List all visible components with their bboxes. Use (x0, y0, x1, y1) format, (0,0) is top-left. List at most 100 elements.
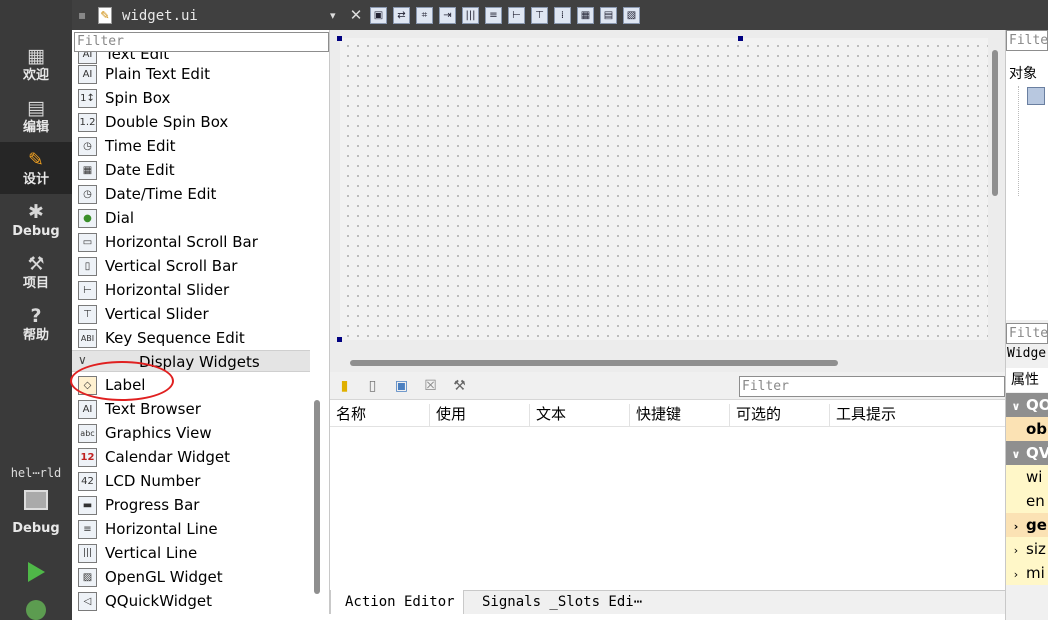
mode-help[interactable]: ? 帮助 (0, 298, 72, 350)
widget-item[interactable]: ◷ Time Edit (72, 134, 310, 158)
new-action-icon[interactable]: ▮ (336, 377, 353, 395)
mode-projects[interactable]: ⚒ 项目 (0, 246, 72, 298)
property-row[interactable]: wi (1006, 465, 1048, 489)
text-browser-icon: AI (78, 400, 97, 419)
widget-item[interactable]: ▨ OpenGL Widget (72, 565, 310, 589)
property-name: mi (1026, 564, 1045, 582)
widget-item[interactable]: ▬ Progress Bar (72, 493, 310, 517)
copy-action-icon[interactable]: ▯ (364, 377, 381, 395)
edit-widgets-icon[interactable]: ▣ (370, 7, 387, 24)
selection-handle[interactable] (738, 36, 743, 41)
status-strip (72, 614, 1005, 620)
split-vertical-icon[interactable]: ⊤ (531, 7, 548, 24)
edit-tab-order-icon[interactable]: ⇥ (439, 7, 456, 24)
chevron-right-icon: › (1013, 544, 1019, 557)
widget-item[interactable]: ABI Key Sequence Edit (72, 326, 310, 350)
property-group-row[interactable]: ∨ QO (1006, 393, 1048, 417)
widget-item[interactable]: ◷ Date/Time Edit (72, 182, 310, 206)
edit-buddies-icon[interactable]: ⌗ (416, 7, 433, 24)
widget-item[interactable]: 42 LCD Number (72, 469, 310, 493)
datetime-icon: ◷ (78, 185, 97, 204)
mode-debug[interactable]: ✱ Debug (0, 194, 72, 246)
property-row[interactable]: en (1006, 489, 1048, 513)
close-icon[interactable]: ✕ (348, 6, 364, 24)
widget-item[interactable]: abc Graphics View (72, 421, 310, 445)
widget-item[interactable]: ≡ Horizontal Line (72, 517, 310, 541)
widget-item[interactable]: ||| Vertical Line (72, 541, 310, 565)
run-icon[interactable] (28, 562, 45, 582)
tab-signals-slots-editor[interactable]: Signals _Slots Edi⋯ (468, 590, 648, 616)
mode-label: 设计 (22, 172, 49, 187)
widget-item-label: Horizontal Line (105, 520, 218, 538)
tab-action-editor[interactable]: Action Editor (330, 590, 464, 616)
widget-item[interactable]: ◁ QQuickWidget (72, 589, 310, 613)
property-row[interactable]: › siz (1006, 537, 1048, 561)
widget-item[interactable]: AI Text Browser (72, 397, 310, 421)
configure-icon[interactable]: ⚒ (451, 377, 468, 395)
delete-action-icon[interactable]: ☒ (422, 377, 439, 395)
adjust-size-icon[interactable]: ▧ (623, 7, 640, 24)
form-canvas[interactable] (340, 38, 988, 340)
document-icon: ▤ (27, 97, 45, 119)
widget-item[interactable]: ● Dial (72, 206, 310, 230)
paste-action-icon[interactable]: ▣ (393, 377, 410, 395)
editor-vertical-scrollbar[interactable] (992, 50, 998, 196)
widget-item[interactable]: ▯ Vertical Scroll Bar (72, 254, 310, 278)
widget-item[interactable]: 1.2 Double Spin Box (72, 110, 310, 134)
widget-box: Filter AI Text Edit AI Plain Text Edit 1↕ S… (72, 30, 330, 620)
widget-item-label: OpenGL Widget (105, 568, 223, 586)
selection-handle[interactable] (337, 337, 342, 342)
horizontal-line-icon: ≡ (78, 520, 97, 539)
action-filter-input[interactable]: Filter (739, 376, 1005, 397)
widget-item-label: LCD Number (105, 472, 201, 490)
monitor-icon[interactable] (24, 490, 48, 510)
quick-widget-icon: ◁ (78, 592, 97, 611)
column-header-shortcut[interactable]: 快捷键 (630, 404, 730, 426)
layout-horizontal-icon[interactable]: ||| (462, 7, 479, 24)
column-header-name[interactable]: 名称 (330, 404, 430, 426)
mode-welcome[interactable]: ▦ 欢迎 (0, 38, 72, 90)
mode-edit[interactable]: ▤ 编辑 (0, 90, 72, 142)
edit-signals-icon[interactable]: ⇄ (393, 7, 410, 24)
split-horizontal-icon[interactable]: ⊢ (508, 7, 525, 24)
column-header-checkable[interactable]: 可选的 (730, 404, 830, 426)
widget-item[interactable]: 12 Calendar Widget (72, 445, 310, 469)
selection-handle[interactable] (337, 36, 342, 41)
widget-filter-input[interactable]: Filter (74, 32, 329, 52)
widget-item[interactable]: ▦ Date Edit (72, 158, 310, 182)
chevron-down-icon[interactable]: ▾ (330, 9, 336, 22)
column-header-used[interactable]: 使用 (430, 404, 530, 426)
clock-icon: ◷ (78, 137, 97, 156)
editor-horizontal-scrollbar[interactable] (350, 360, 838, 366)
column-header-tooltip[interactable]: 工具提示 (830, 404, 1005, 426)
widget-box-scrollbar[interactable] (314, 400, 320, 594)
widget-item-label: Vertical Line (105, 544, 198, 562)
column-header-text[interactable]: 文本 (530, 404, 630, 426)
widget-object-icon[interactable] (1027, 87, 1045, 105)
layout-vertical-icon[interactable]: ≡ (485, 7, 502, 24)
mode-design[interactable]: ✎ 设计 (0, 142, 72, 194)
widget-item[interactable]: ⊢ Horizontal Slider (72, 278, 310, 302)
property-name: wi (1026, 468, 1043, 486)
property-row[interactable]: › ge (1006, 513, 1048, 537)
property-filter-input[interactable]: Filte (1006, 323, 1048, 344)
widget-item-label: Progress Bar (105, 496, 200, 514)
file-name[interactable]: widget.ui (122, 8, 198, 24)
vertical-line-icon: ||| (78, 544, 97, 563)
layout-grid-icon[interactable]: ▦ (577, 7, 594, 24)
grid-icon: ▦ (27, 45, 45, 67)
debug-run-icon[interactable] (26, 600, 46, 620)
widget-item-label: Calendar Widget (105, 448, 231, 466)
widget-item[interactable]: ▭ Horizontal Scroll Bar (72, 230, 310, 254)
break-layout-icon[interactable]: ▤ (600, 7, 617, 24)
property-group-row[interactable]: ∨ QV (1006, 441, 1048, 465)
property-row[interactable]: › mi (1006, 561, 1048, 585)
property-row[interactable]: ob (1006, 417, 1048, 441)
object-filter-input[interactable]: Filte (1006, 30, 1048, 51)
widget-item[interactable]: AI Plain Text Edit (72, 62, 310, 86)
vertical-slider-icon: ⊤ (78, 305, 97, 324)
layout-form-icon[interactable]: ⁞ (554, 7, 571, 24)
widget-item[interactable]: 1↕ Spin Box (72, 86, 310, 110)
widget-item[interactable]: ⊤ Vertical Slider (72, 302, 310, 326)
bug-icon: ✱ (28, 201, 44, 223)
